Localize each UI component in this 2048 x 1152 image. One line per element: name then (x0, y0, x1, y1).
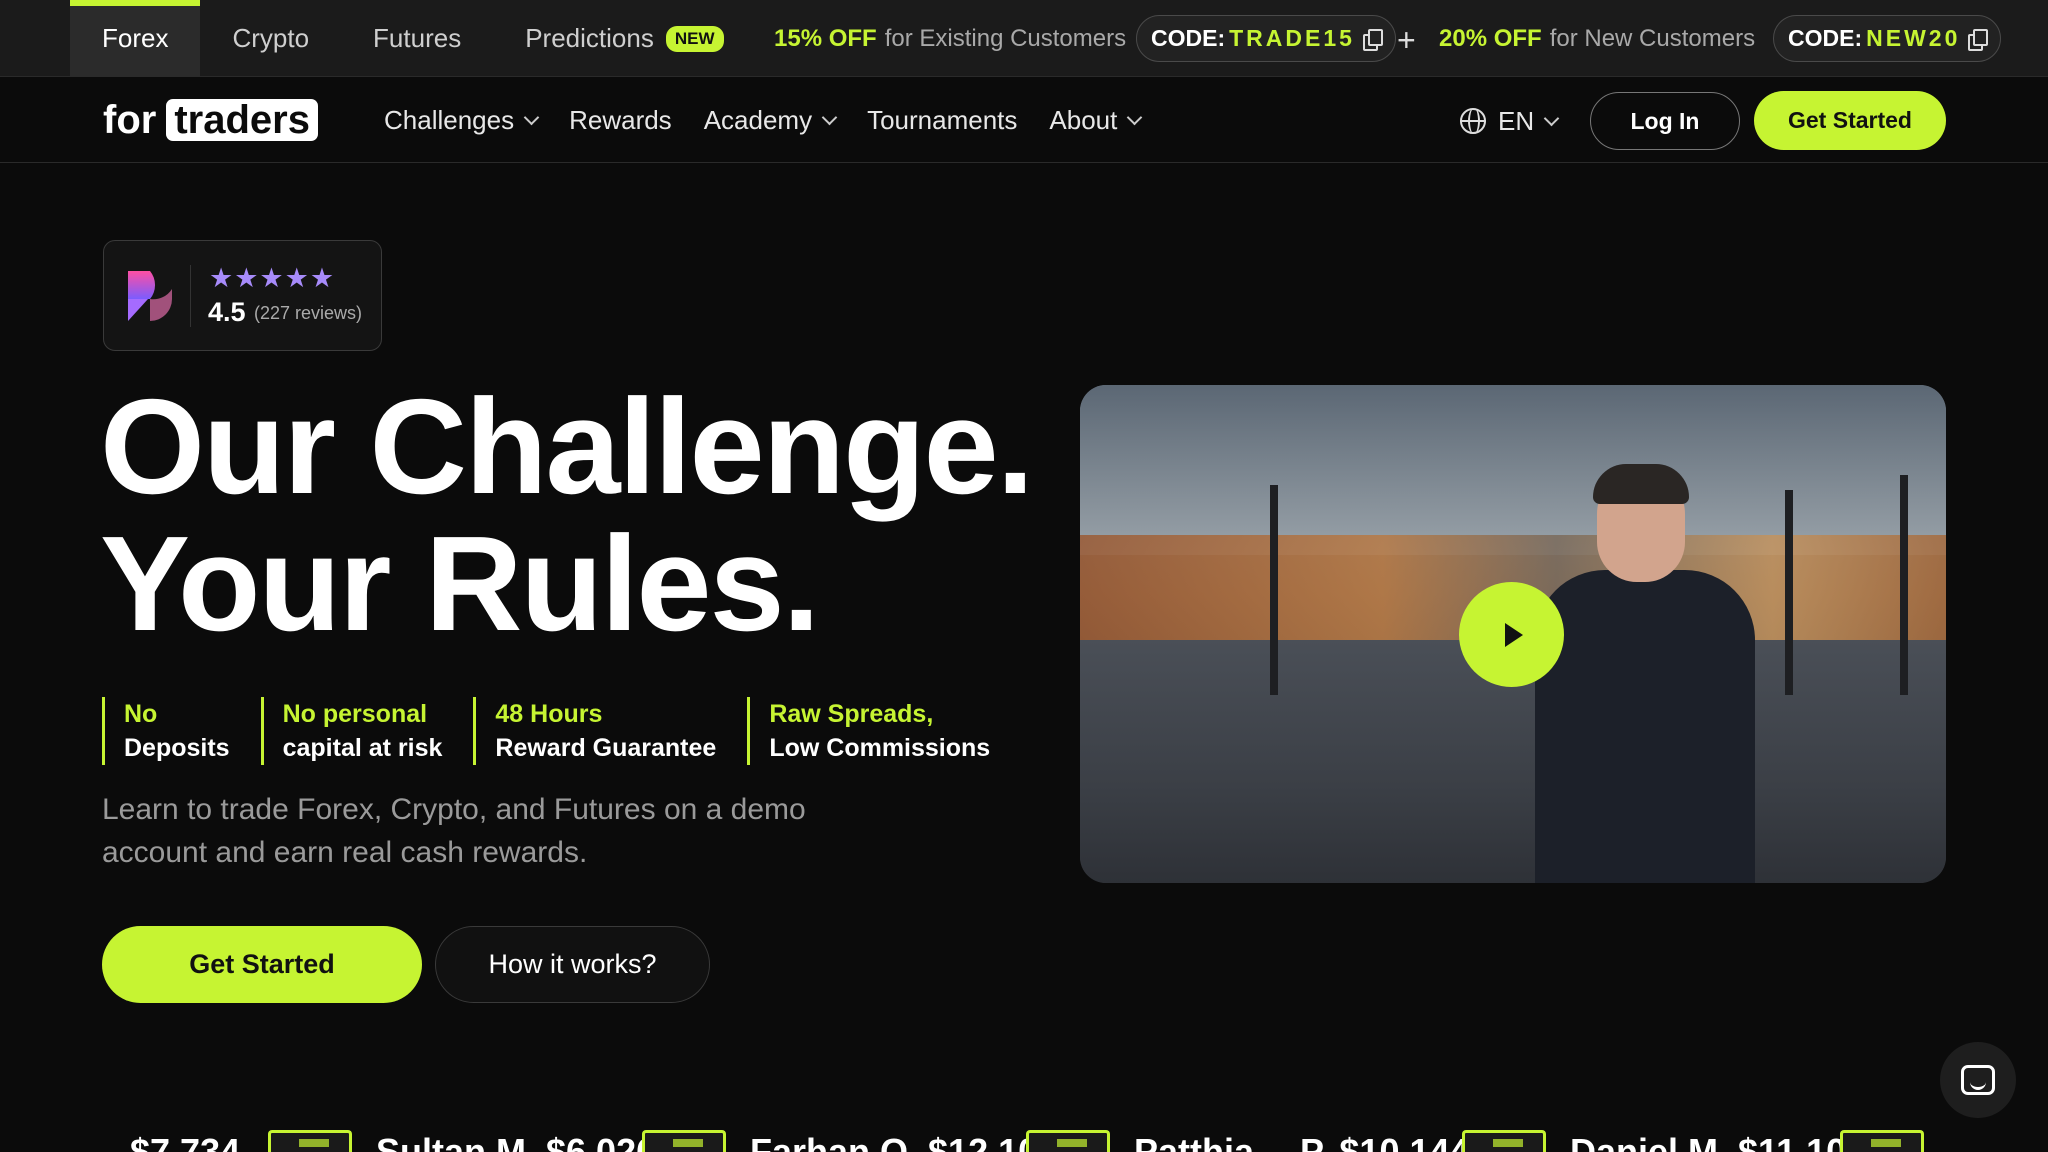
rating-review-count: (227 reviews) (254, 303, 363, 323)
video-frame-lamp (1900, 475, 1908, 695)
rating-score: 4.5 (208, 297, 246, 327)
language-selector[interactable]: EN (1460, 102, 1560, 140)
play-icon (1505, 622, 1523, 647)
promo-code-new20[interactable]: CODE: NEW20 (1773, 15, 2002, 62)
nav-item-about[interactable]: About (1049, 105, 1143, 136)
plus-icon: + (1397, 22, 1416, 58)
chat-icon (1961, 1065, 1995, 1095)
ticker-item: Daniel M. $11,104 (1462, 1130, 1866, 1152)
certificate-icon (642, 1130, 726, 1152)
ticker-item: Farhan Q. $12,100 (642, 1130, 1058, 1152)
review-platform-logo-icon (128, 271, 172, 321)
ticker-item: $7,734 (130, 1131, 241, 1152)
ticker-item: Patthia… P. $10,144 (1026, 1130, 1470, 1152)
hero-title: Our Challenge. Your Rules. (100, 371, 1034, 659)
feature-no-deposits: No Deposits (102, 697, 230, 765)
copy-icon[interactable] (1968, 28, 1989, 51)
ticker-item (1840, 1130, 1924, 1152)
nav-item-academy[interactable]: Academy (704, 105, 838, 136)
certificate-icon (268, 1130, 352, 1152)
get-started-button[interactable]: Get Started (102, 926, 422, 1003)
chevron-down-icon (1127, 109, 1143, 126)
payout-ticker: $7,734 Sultan M. $6,026 Farhan Q. $12,10… (70, 1130, 1950, 1152)
feature-raw-spreads: Raw Spreads, Low Commissions (747, 697, 990, 765)
get-started-nav-button[interactable]: Get Started (1754, 91, 1946, 150)
promo-top-bar: Forex Crypto Futures Predictions NEW 15%… (0, 0, 2048, 77)
new-badge: NEW (665, 25, 724, 52)
site-logo[interactable]: for traders (103, 97, 318, 143)
ticker-item: Sultan M. $6,026 (268, 1130, 656, 1152)
certificate-icon (1840, 1130, 1924, 1152)
tab-futures[interactable]: Futures (341, 0, 493, 77)
login-button[interactable]: Log In (1590, 92, 1740, 150)
nav-item-rewards[interactable]: Rewards (569, 105, 672, 136)
feature-no-capital-risk: No personal capital at risk (260, 697, 442, 765)
product-tabs: Forex Crypto Futures Predictions NEW (70, 0, 756, 77)
chevron-down-icon (523, 109, 540, 126)
promo-existing-customers: 15% OFF for Existing Customers (774, 24, 1127, 52)
video-frame-lamp (1785, 490, 1793, 695)
hero-description: Learn to trade Forex, Crypto, and Future… (102, 793, 806, 869)
star-rating-icon: ★★★★★ (209, 263, 336, 293)
nav-item-challenges[interactable]: Challenges (384, 105, 540, 136)
video-play-button[interactable] (1459, 582, 1564, 687)
certificate-icon (1026, 1130, 1110, 1152)
video-frame-presenter (1535, 464, 1755, 883)
feature-highlights: No Deposits No personal capital at risk … (102, 697, 1021, 765)
chevron-down-icon (821, 109, 838, 126)
divider (190, 265, 191, 327)
nav-menu: Challenges Rewards Academy Tournaments A… (384, 78, 1172, 163)
tab-crypto[interactable]: Crypto (200, 0, 341, 77)
promo-new-customers: 20% OFF for New Customers (1439, 24, 1756, 52)
copy-icon[interactable] (1362, 28, 1383, 51)
feature-reward-guarantee: 48 Hours Reward Guarantee (473, 697, 716, 765)
globe-icon (1460, 108, 1486, 134)
trustpilot-rating-card[interactable]: ★★★★★ 4.5 (227 reviews) (103, 240, 382, 351)
chat-support-button[interactable] (1940, 1042, 2016, 1118)
how-it-works-button[interactable]: How it works? (435, 926, 710, 1003)
video-frame-sky (1080, 385, 1946, 555)
main-navigation: for traders Challenges Rewards Academy T… (0, 78, 2048, 163)
tab-predictions[interactable]: Predictions NEW (493, 0, 755, 77)
video-frame-lamp (1270, 485, 1278, 695)
tab-forex[interactable]: Forex (70, 0, 201, 77)
chevron-down-icon (1543, 110, 1560, 126)
certificate-icon (1462, 1130, 1546, 1152)
promo-code-trade15[interactable]: CODE: TRADE15 (1136, 15, 1396, 62)
nav-item-tournaments[interactable]: Tournaments (867, 105, 1017, 136)
